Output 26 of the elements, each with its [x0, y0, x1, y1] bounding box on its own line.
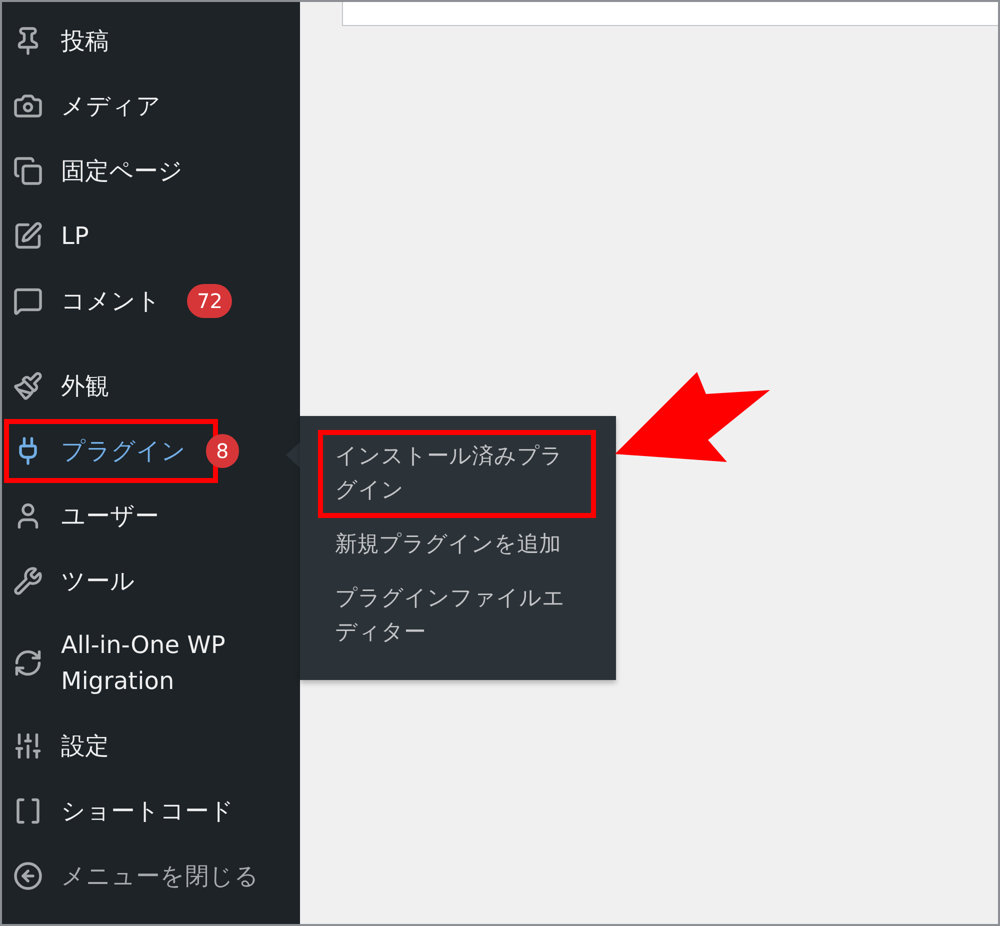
- sliders-icon: [13, 730, 43, 760]
- count-badge: 8: [206, 434, 239, 468]
- menu-item[interactable]: LP: [4, 204, 103, 268]
- comment-icon: [13, 286, 43, 316]
- pages-icon: [13, 156, 43, 186]
- menu-item[interactable]: プラグイン: [4, 418, 218, 482]
- wrench-icon: [13, 566, 43, 596]
- menu-item[interactable]: All-in-One WP Migration: [4, 613, 275, 713]
- menu-item[interactable]: メニューを閉じる: [4, 844, 273, 908]
- menu-item[interactable]: ユーザー: [4, 484, 173, 548]
- menu-item[interactable]: 投稿: [4, 8, 123, 72]
- menu-item[interactable]: コメント: [4, 268, 175, 332]
- arrow-left-icon: [13, 860, 43, 890]
- count-badge: 72: [187, 284, 232, 318]
- edit-icon: [13, 220, 43, 250]
- submenu-item[interactable]: プラグインファイルエディター: [318, 572, 596, 660]
- menu-item[interactable]: 外観: [4, 354, 123, 418]
- submenu-item[interactable]: 新規プラグインを追加: [318, 518, 596, 572]
- menu-item[interactable]: ツール: [4, 548, 149, 612]
- menu-item[interactable]: 設定: [4, 714, 123, 778]
- menu-item[interactable]: 固定ページ: [4, 138, 197, 202]
- refresh-icon: [13, 648, 43, 678]
- menu-item[interactable]: ショートコード: [4, 778, 248, 842]
- paintbrush-icon: [13, 370, 43, 400]
- submenu-item[interactable]: インストール済みプラグイン: [318, 430, 596, 518]
- menu-item[interactable]: メディア: [4, 74, 175, 138]
